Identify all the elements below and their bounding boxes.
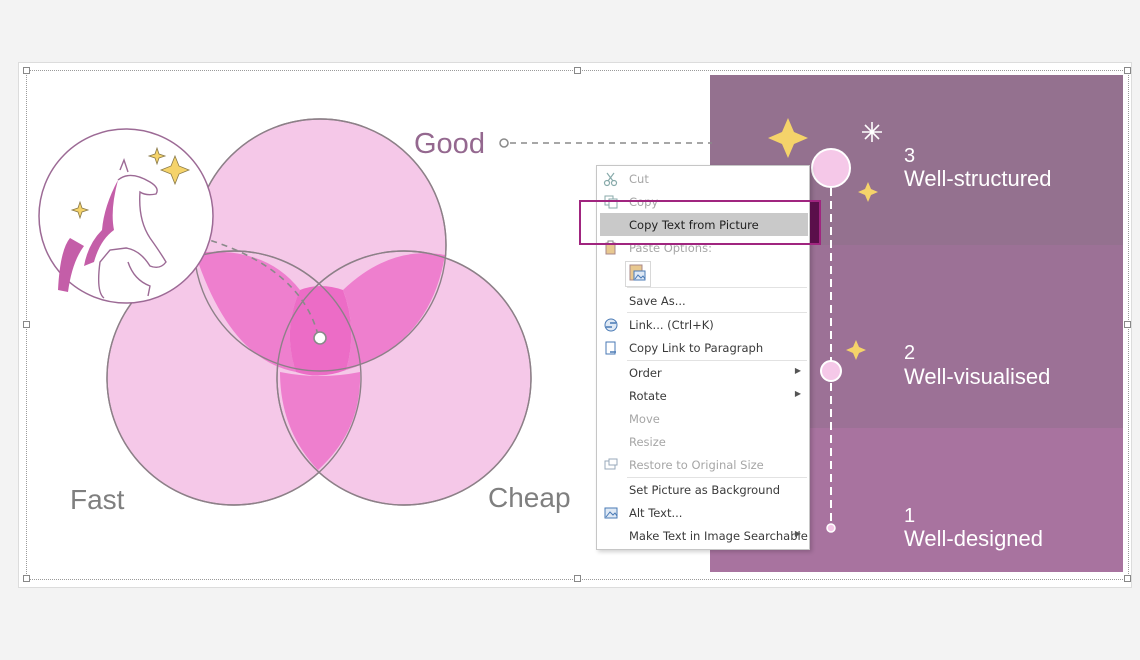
menu-item-rotate[interactable]: Rotate ▶ (597, 385, 809, 407)
menu-item-make-text-searchable[interactable]: Make Text in Image Searchable ▶ (597, 525, 809, 547)
menu-item-label: Cut (629, 172, 649, 186)
menu-item-cut[interactable]: Cut (597, 168, 809, 190)
menu-item-resize[interactable]: Resize (597, 431, 809, 453)
restore-size-icon (604, 458, 618, 470)
menu-item-set-picture-as-background[interactable]: Set Picture as Background (597, 479, 809, 501)
resize-handle-br[interactable] (1124, 575, 1131, 582)
alt-text-icon (604, 507, 618, 519)
paste-picture-button[interactable] (625, 261, 651, 287)
resize-handle-tl[interactable] (23, 67, 30, 74)
menu-item-label: Move (629, 412, 660, 426)
menu-item-copy-link-to-paragraph[interactable]: Copy Link to Paragraph (597, 337, 809, 359)
menu-item-move[interactable]: Move (597, 408, 809, 430)
selection-border (26, 70, 1129, 580)
menu-item-label: Make Text in Image Searchable (629, 529, 808, 543)
resize-handle-tr[interactable] (1124, 67, 1131, 74)
menu-item-label: Alt Text... (629, 506, 683, 520)
resize-handle-ml[interactable] (23, 321, 30, 328)
resize-handle-bl[interactable] (23, 575, 30, 582)
menu-item-label: Rotate (629, 389, 667, 403)
submenu-arrow-icon: ▶ (794, 529, 801, 538)
menu-item-label: Order (629, 366, 662, 380)
menu-item-order[interactable]: Order ▶ (597, 362, 809, 384)
menu-item-label: Restore to Original Size (629, 458, 764, 472)
highlight-annotation-box (579, 200, 821, 245)
menu-item-link[interactable]: Link... (Ctrl+K) (597, 314, 809, 336)
menu-item-restore-size[interactable]: Restore to Original Size (597, 454, 809, 476)
resize-handle-mr[interactable] (1124, 321, 1131, 328)
menu-item-label: Resize (629, 435, 666, 449)
menu-item-label: Save As... (629, 294, 686, 308)
menu-item-save-as[interactable]: Save As... (597, 290, 809, 312)
menu-item-label: Copy Link to Paragraph (629, 341, 764, 355)
menu-item-label: Set Picture as Background (629, 483, 781, 497)
link-paragraph-icon (605, 341, 616, 355)
submenu-arrow-icon: ▶ (794, 366, 801, 375)
submenu-arrow-icon: ▶ (794, 389, 801, 398)
menu-item-label: Link... (Ctrl+K) (629, 318, 714, 332)
resize-handle-bm[interactable] (574, 575, 581, 582)
scissors-icon (603, 172, 618, 187)
link-icon (604, 318, 618, 332)
menu-item-alt-text[interactable]: Alt Text... (597, 502, 809, 524)
resize-handle-tm[interactable] (574, 67, 581, 74)
paste-picture-icon (629, 264, 646, 281)
